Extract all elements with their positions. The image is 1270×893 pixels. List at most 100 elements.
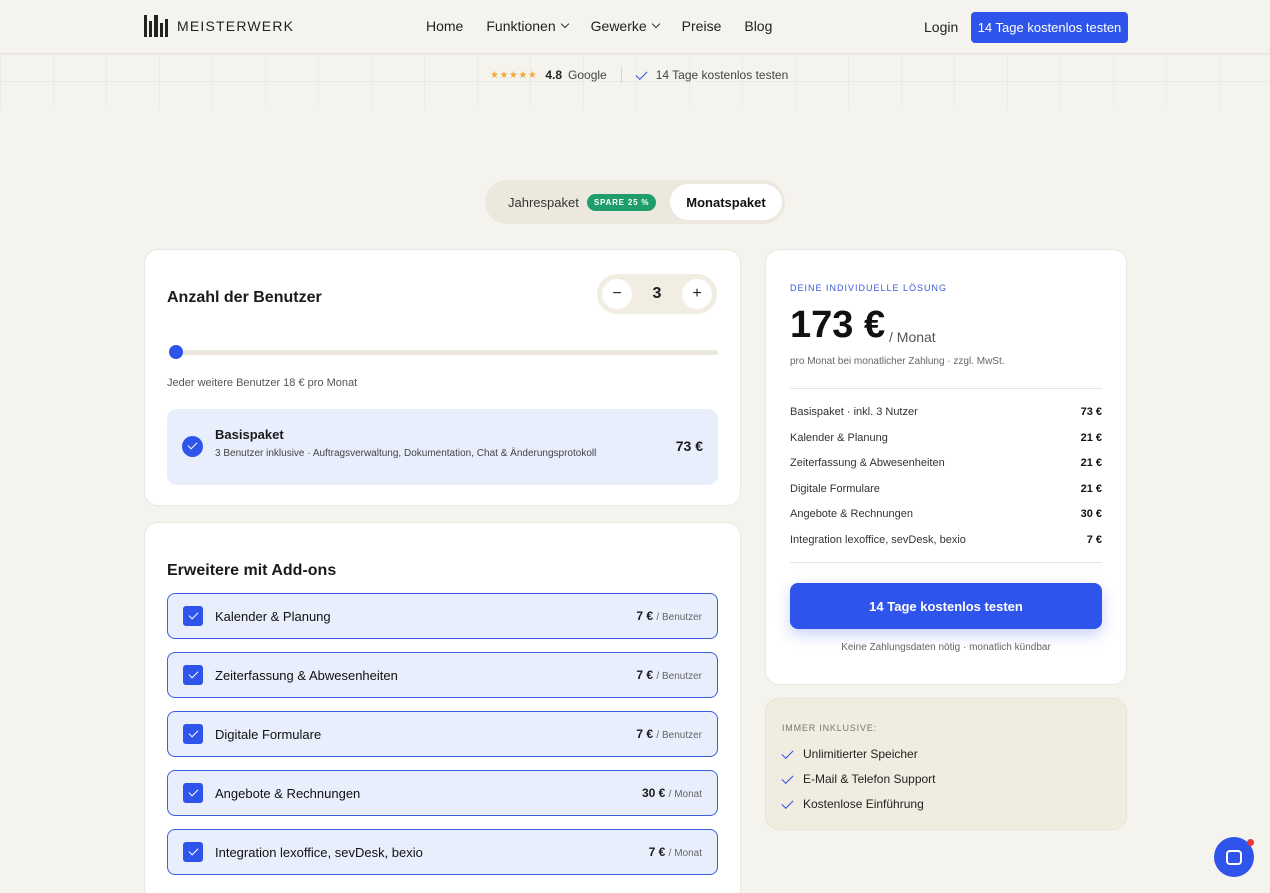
included-item: Unlimitierter Speicher bbox=[781, 746, 918, 761]
site-header: MEISTERWERK Home Funktionen Gewerke Prei… bbox=[0, 0, 1270, 54]
checkbox-checked-icon[interactable] bbox=[183, 665, 203, 685]
summary-line: Zeiterfassung & Abwesenheiten 21 € bbox=[790, 457, 1102, 469]
addon-price: 7 € / Benutzer bbox=[636, 668, 702, 682]
addon-item[interactable]: Digitale Formulare 7 € / Benutzer bbox=[167, 711, 718, 757]
users-title: Anzahl der Benutzer bbox=[167, 289, 322, 306]
summary-line-label: Basispaket · inkl. 3 Nutzer bbox=[790, 406, 918, 418]
users-hint: Jeder weitere Benutzer 18 € pro Monat bbox=[167, 377, 358, 389]
login-link[interactable]: Login bbox=[924, 19, 958, 35]
trial-button[interactable]: 14 Tage kostenlos testen bbox=[790, 583, 1102, 629]
addon-item[interactable]: Integration lexoffice, sevDesk, bexio 7 … bbox=[167, 829, 718, 875]
included-label: E-Mail & Telefon Support bbox=[803, 772, 936, 786]
nav-funktionen[interactable]: Funktionen bbox=[486, 18, 569, 34]
addon-item[interactable]: Kalender & Planung 7 € / Benutzer bbox=[167, 593, 718, 639]
addon-name: Integration lexoffice, sevDesk, bexio bbox=[215, 845, 423, 860]
rating-bar: ★★★★★ 4.8 Google 14 Tage kostenlos teste… bbox=[490, 67, 788, 83]
included-title: IMMER INKLUSIVE: bbox=[782, 723, 877, 733]
summary-line-label: Digitale Formulare bbox=[790, 483, 880, 495]
brand-logo[interactable]: MEISTERWERK bbox=[144, 15, 294, 37]
addon-item[interactable]: Angebote & Rechnungen 30 € / Monat bbox=[167, 770, 718, 816]
users-slider[interactable] bbox=[169, 345, 718, 359]
addon-price: 30 € / Monat bbox=[642, 786, 702, 800]
summary-line: Kalender & Planung 21 € bbox=[790, 432, 1102, 444]
chat-bubble-icon bbox=[1226, 849, 1242, 865]
summary-line-label: Kalender & Planung bbox=[790, 432, 888, 444]
main-nav: Home Funktionen Gewerke Preise Blog bbox=[426, 18, 772, 34]
chat-launcher-button[interactable] bbox=[1214, 837, 1254, 877]
addon-price-unit: / Benutzer bbox=[656, 730, 702, 741]
chevron-down-icon bbox=[560, 19, 569, 29]
savings-badge: SPARE 25 % bbox=[586, 193, 657, 211]
included-card: IMMER INKLUSIVE: Unlimitierter Speicher … bbox=[765, 698, 1127, 830]
summary-divider bbox=[790, 388, 1102, 389]
summary-line-amount: 21 € bbox=[1080, 483, 1102, 495]
rating-trial-text: 14 Tage kostenlos testen bbox=[655, 68, 789, 82]
nav-home[interactable]: Home bbox=[426, 18, 463, 34]
checkbox-checked-icon[interactable] bbox=[183, 606, 203, 626]
summary-line-amount: 21 € bbox=[1080, 457, 1102, 469]
rating-score: 4.8 bbox=[545, 68, 563, 82]
addon-item[interactable]: Zeiterfassung & Abwesenheiten 7 € / Benu… bbox=[167, 652, 718, 698]
check-icon bbox=[781, 796, 794, 809]
summary-line-amount: 30 € bbox=[1080, 508, 1102, 520]
basis-title: Basispaket bbox=[215, 427, 284, 442]
summary-line: Digitale Formulare 21 € bbox=[790, 483, 1102, 495]
summary-card: DEINE INDIVIDUELLE LÖSUNG 173 € / Monat … bbox=[765, 249, 1127, 685]
summary-line: Angebote & Rechnungen 30 € bbox=[790, 508, 1102, 520]
addon-name: Digitale Formulare bbox=[215, 727, 322, 742]
summary-divider bbox=[790, 562, 1102, 563]
header-trial-button[interactable]: 14 Tage kostenlos testen bbox=[971, 12, 1128, 43]
addon-price-unit: / Monat bbox=[668, 848, 702, 859]
check-icon bbox=[635, 67, 648, 80]
notification-dot bbox=[1247, 839, 1254, 846]
users-card: Anzahl der Benutzer − 3 + Jeder weitere … bbox=[144, 249, 741, 506]
addon-price-unit: / Monat bbox=[668, 789, 702, 800]
included-item: Kostenlose Einführung bbox=[781, 796, 924, 811]
addons-card: Erweitere mit Add-ons Kalender & Planung… bbox=[144, 522, 741, 893]
summary-line: Basispaket · inkl. 3 Nutzer 73 € bbox=[790, 406, 1102, 418]
nav-funktionen-label: Funktionen bbox=[486, 18, 556, 34]
addon-name: Zeiterfassung & Abwesenheiten bbox=[215, 668, 398, 683]
summary-line-label: Integration lexoffice, sevDesk, bexio bbox=[790, 534, 966, 546]
check-icon bbox=[781, 746, 794, 759]
checkbox-checked-icon[interactable] bbox=[183, 783, 203, 803]
addon-name: Angebote & Rechnungen bbox=[215, 786, 361, 801]
addon-price-unit: / Benutzer bbox=[656, 671, 702, 682]
addons-title: Erweitere mit Add-ons bbox=[167, 562, 337, 579]
nav-gewerke-label: Gewerke bbox=[590, 18, 647, 34]
rating-source: Google bbox=[568, 68, 607, 82]
nav-gewerke[interactable]: Gewerke bbox=[590, 18, 660, 34]
addon-price: 7 € / Benutzer bbox=[636, 727, 702, 741]
logo-mark-icon bbox=[144, 15, 168, 37]
addon-price-value: 7 € bbox=[636, 609, 654, 623]
addon-price-unit: / Benutzer bbox=[656, 612, 702, 623]
summary-line-amount: 21 € bbox=[1080, 432, 1102, 444]
billing-option-annual[interactable]: Jahrespaket SPARE 25 % bbox=[508, 193, 657, 211]
increment-button[interactable]: + bbox=[682, 279, 712, 309]
summary-line-amount: 7 € bbox=[1086, 534, 1102, 546]
basis-description: 3 Benutzer inklusive · Auftragsverwaltun… bbox=[215, 448, 597, 459]
addon-price-value: 30 € bbox=[641, 786, 666, 800]
slider-handle[interactable] bbox=[169, 345, 183, 359]
addon-price: 7 € / Monat bbox=[649, 845, 702, 859]
rating-stars-icon: ★★★★★ bbox=[490, 69, 538, 81]
included-label: Kostenlose Einführung bbox=[803, 797, 924, 811]
chevron-down-icon bbox=[651, 19, 660, 29]
billing-option-monthly[interactable]: Monatspaket bbox=[670, 184, 782, 220]
nav-blog[interactable]: Blog bbox=[744, 18, 772, 34]
billing-toggle: Jahrespaket SPARE 25 % Monatspaket bbox=[485, 180, 785, 224]
checkbox-checked-icon[interactable] bbox=[183, 724, 203, 744]
addon-price-value: 7 € bbox=[636, 727, 654, 741]
basis-price: 73 € bbox=[675, 438, 703, 454]
addon-price-value: 7 € bbox=[636, 668, 654, 682]
included-item: E-Mail & Telefon Support bbox=[781, 771, 936, 786]
summary-price-note: pro Monat bei monatlicher Zahlung · zzgl… bbox=[790, 356, 1005, 367]
check-circle-icon bbox=[182, 436, 203, 457]
basis-package: Basispaket 3 Benutzer inklusive · Auftra… bbox=[167, 409, 718, 485]
summary-eyebrow: DEINE INDIVIDUELLE LÖSUNG bbox=[790, 283, 948, 293]
addon-name: Kalender & Planung bbox=[215, 609, 331, 624]
summary-line: Integration lexoffice, sevDesk, bexio 7 € bbox=[790, 534, 1102, 546]
addon-price: 7 € / Benutzer bbox=[636, 609, 702, 623]
checkbox-checked-icon[interactable] bbox=[183, 842, 203, 862]
nav-preise[interactable]: Preise bbox=[682, 18, 722, 34]
